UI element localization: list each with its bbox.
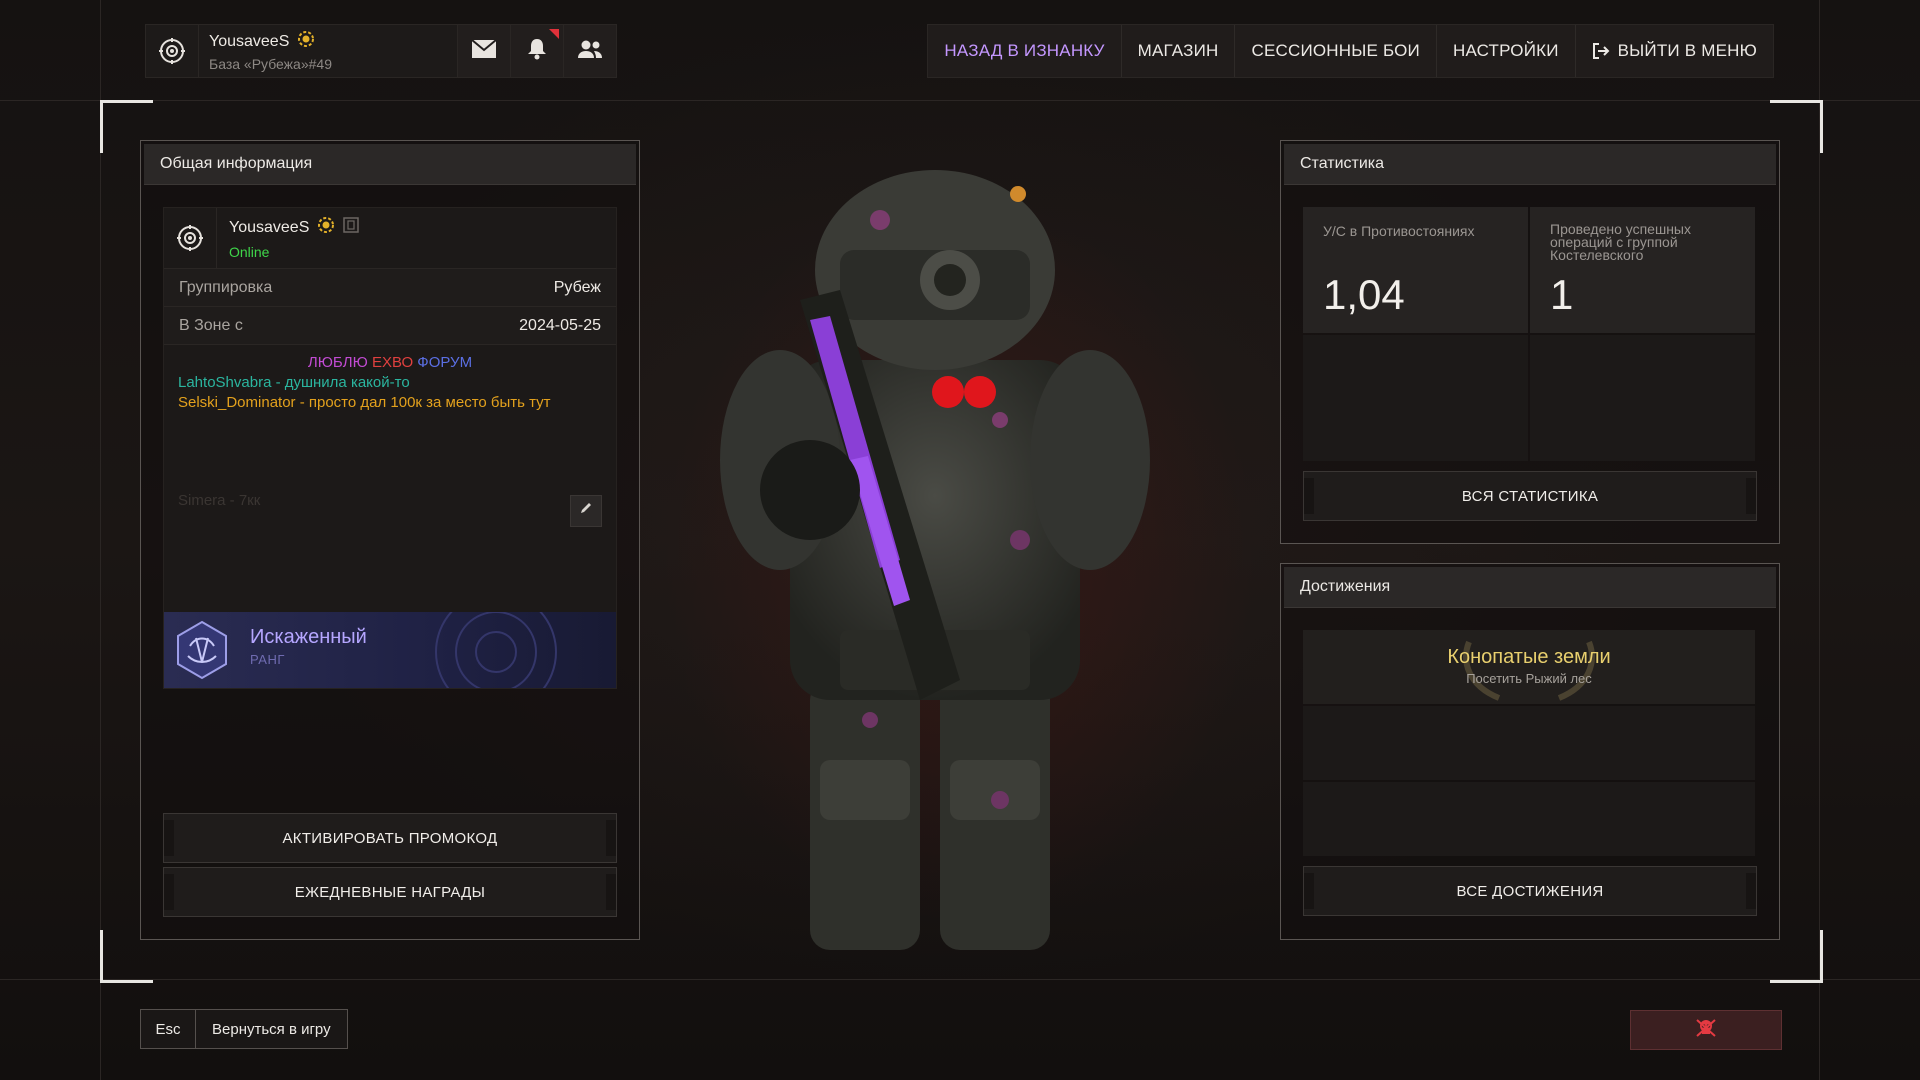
rank-banner: Искаженный РАНГ (164, 612, 616, 688)
player-name: YousaveeS (209, 32, 290, 50)
rank-emblem-icon (170, 618, 234, 682)
edit-bio-button[interactable] (570, 495, 602, 527)
mail-icon (471, 38, 497, 64)
achievement-description: Посетить Рыжий лес (1466, 671, 1592, 686)
bio-text-exbo: ЕХВО (371, 354, 414, 371)
achievements-title: Достижения (1284, 567, 1776, 608)
zone-since-row: В Зоне с 2024-05-25 (164, 306, 616, 344)
stat-cell-empty (1530, 335, 1755, 461)
online-status: Online (229, 244, 270, 260)
activate-promo-button[interactable]: АКТИВИРОВАТЬ ПРОМОКОД (163, 813, 617, 863)
achievement-title: Конопатые земли (1447, 646, 1611, 668)
all-achievements-button[interactable]: ВСЕ ДОСТИЖЕНИЯ (1303, 866, 1757, 916)
notifications-button[interactable] (510, 25, 563, 77)
achievements-panel: Достижения Конопатые земли Посетить Рыжи… (1280, 563, 1780, 940)
statistics-title: Статистика (1284, 144, 1776, 185)
bio-text-love: ЛЮБЛЮ (307, 354, 368, 371)
faction-label: Группировка (179, 278, 273, 296)
zone-since-label: В Зоне с (179, 316, 243, 334)
profile-card: YousaveeS Online Группировка Рубеж В Зон… (163, 207, 617, 689)
rank-name: Искаженный (250, 626, 367, 648)
character-model[interactable] (700, 160, 1160, 980)
mail-button[interactable] (457, 25, 510, 77)
friends-button[interactable] (563, 25, 616, 77)
return-to-game-control[interactable]: Esc Вернуться в игру (140, 1009, 348, 1049)
frame-line-top (0, 100, 1920, 101)
stat-cell-operations: Проведено успешных операций с группой Ко… (1530, 207, 1755, 333)
bio-line-1: ЛЮБЛЮ ЕХВО ФОРУМ (178, 353, 602, 373)
profile-card-header: YousaveeS Online (164, 208, 616, 268)
daily-rewards-button[interactable]: ЕЖЕДНЕВНЫЕ НАГРАДЫ (163, 867, 617, 917)
premium-badge-icon (297, 30, 315, 53)
return-to-game-label: Вернуться в игру (212, 1020, 331, 1038)
faction-value: Рубеж (553, 278, 601, 296)
rank-label: РАНГ (250, 652, 285, 667)
bio-text-forum: ФОРУМ (417, 354, 473, 371)
faction-emblem-icon[interactable] (146, 25, 199, 77)
esc-key-hint: Esc (141, 1010, 196, 1048)
frame-line-left (100, 0, 101, 1080)
friends-icon (577, 39, 603, 64)
premium-badge-icon (317, 216, 335, 239)
stat-cell-empty (1303, 335, 1528, 461)
edit-icon (579, 501, 593, 521)
profile-name: YousaveeS (229, 218, 310, 236)
bio-area: ЛЮБЛЮ ЕХВО ФОРУМ LahtoShvabra - душнила … (164, 344, 616, 559)
bio-line-4: Simera - 7кк (178, 492, 261, 509)
nav-session-battles[interactable]: СЕССИОННЫЕ БОИ (1234, 25, 1436, 77)
stat-cell-kd: У/С в Противостояниях 1,04 (1303, 207, 1528, 333)
operations-label: Проведено успешных операций с группой Ко… (1550, 221, 1691, 263)
kd-label: У/С в Противостояниях (1323, 223, 1475, 239)
nav-back-to-underside[interactable]: НАЗАД В ИЗНАНКУ (928, 25, 1121, 77)
nav-exit-label: ВЫЙТИ В МЕНЮ (1617, 41, 1757, 60)
stats-grid: У/С в Противостояниях 1,04 Проведено усп… (1303, 207, 1755, 461)
achievement-slot-empty (1303, 706, 1755, 780)
all-stats-button[interactable]: ВСЯ СТАТИСТИКА (1303, 471, 1757, 521)
report-icon (1695, 1018, 1717, 1043)
achievement-item[interactable]: Конопатые земли Посетить Рыжий лес (1303, 630, 1755, 704)
bio-line-2: LahtoShvabra - душнила какой-то (178, 374, 410, 391)
frame-line-right (1819, 0, 1820, 1080)
top-navigation: НАЗАД В ИЗНАНКУ МАГАЗИН СЕССИОННЫЕ БОИ Н… (927, 24, 1774, 78)
achievement-slot-empty (1303, 782, 1755, 856)
copy-icon[interactable] (343, 217, 360, 238)
faction-emblem-icon (164, 208, 217, 268)
bio-line-3: Selski_Dominator - просто дал 100к за ме… (178, 394, 551, 411)
nav-shop[interactable]: МАГАЗИН (1120, 25, 1235, 77)
statistics-panel: Статистика У/С в Противостояниях 1,04 Пр… (1280, 140, 1780, 544)
nav-settings[interactable]: НАСТРОЙКИ (1435, 25, 1575, 77)
bell-icon (527, 38, 547, 65)
operations-value: 1 (1550, 271, 1574, 318)
zone-since-value: 2024-05-25 (519, 316, 601, 334)
general-info-title: Общая информация (144, 144, 636, 185)
exit-icon (1592, 42, 1610, 60)
rank-banner-decoration (435, 612, 557, 688)
notification-indicator (549, 29, 559, 39)
kd-value: 1,04 (1323, 271, 1405, 318)
report-button[interactable] (1630, 1010, 1782, 1050)
nav-exit-to-menu[interactable]: ВЫЙТИ В МЕНЮ (1574, 25, 1773, 77)
general-info-panel: Общая информация YousaveeS Online Группи… (140, 140, 640, 940)
profile-bar: YousaveeS База «Рубежа»#49 (145, 24, 617, 78)
player-base: База «Рубежа»#49 (209, 56, 332, 72)
faction-row: Группировка Рубеж (164, 268, 616, 306)
